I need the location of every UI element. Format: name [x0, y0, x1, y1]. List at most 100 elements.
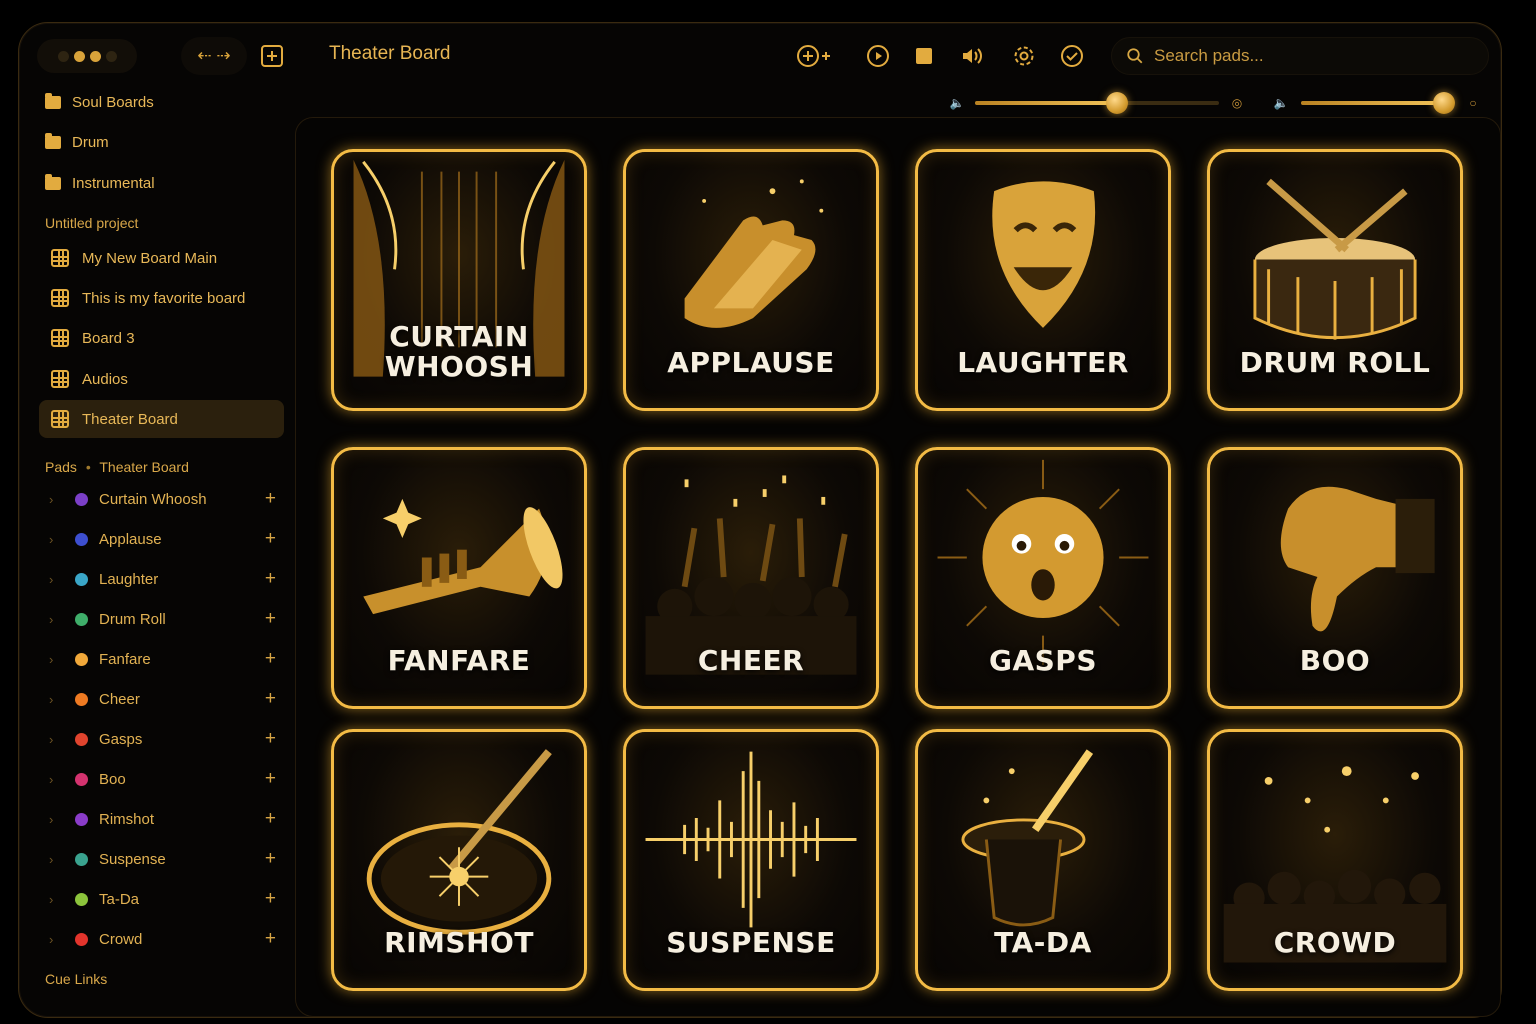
sidebar-pad-item[interactable]: › Rimshot +: [39, 801, 284, 837]
sidebar-pad-label: Laughter: [99, 570, 159, 588]
sound-pad[interactable]: DRUM ROLL: [1207, 149, 1463, 411]
sidebar-pad-item[interactable]: › Applause +: [39, 521, 284, 557]
play-button[interactable]: [863, 41, 893, 71]
sound-pad[interactable]: APPLAUSE: [623, 149, 879, 411]
folder-soul-boards[interactable]: Soul Boards: [39, 83, 284, 121]
color-dot: [75, 652, 88, 666]
sidebar-pad-item[interactable]: › Cheer +: [39, 681, 284, 717]
pad-label: LAUGHTER: [957, 346, 1129, 379]
sound-pad[interactable]: RIMSHOT: [331, 729, 587, 991]
board-item[interactable]: This is my favorite board: [39, 279, 284, 317]
folder-drum[interactable]: Drum: [39, 123, 284, 161]
board-grid-icon: [51, 289, 69, 307]
color-dot: [75, 572, 88, 586]
slider-handle[interactable]: [1433, 92, 1456, 114]
chevron-right-icon[interactable]: ›: [49, 732, 63, 747]
sidebar-pad-item[interactable]: › Ta-Da +: [39, 881, 284, 917]
sidebar-pad-item[interactable]: › Laughter +: [39, 561, 284, 597]
add-icon[interactable]: +: [265, 568, 276, 590]
folder-label: Instrumental: [72, 174, 155, 192]
pad-label: TA-DA: [994, 926, 1092, 959]
sound-pad[interactable]: BOO: [1207, 447, 1463, 709]
sidebar-pad-item[interactable]: › Suspense +: [39, 841, 284, 877]
window-control-dot[interactable]: [57, 50, 69, 62]
folder-instrumental[interactable]: Instrumental: [39, 164, 284, 202]
add-icon[interactable]: +: [265, 768, 276, 790]
sound-pad[interactable]: FANFARE: [331, 447, 587, 709]
board-item-active[interactable]: Theater Board: [39, 400, 284, 438]
sound-pad[interactable]: CROWD: [1207, 729, 1463, 991]
chevron-right-icon[interactable]: ›: [49, 572, 63, 587]
sidebar-pad-label: Boo: [99, 770, 126, 788]
sidebar-pad-label: Curtain Whoosh: [99, 490, 207, 508]
sidebar-pad-item[interactable]: › Drum Roll +: [39, 601, 284, 637]
search-box[interactable]: [1111, 37, 1489, 75]
audio-output-button[interactable]: [957, 41, 987, 71]
sidebar-pad-item[interactable]: › Gasps +: [39, 721, 284, 757]
confirm-button[interactable]: [1057, 41, 1087, 71]
window-title: Theater Board: [329, 43, 451, 64]
settings-button[interactable]: [1009, 41, 1039, 71]
chevron-right-icon[interactable]: ›: [49, 652, 63, 667]
sound-pad[interactable]: LAUGHTER: [915, 149, 1171, 411]
chevron-right-icon[interactable]: ›: [49, 612, 63, 627]
add-icon[interactable]: +: [265, 888, 276, 910]
color-dot: [75, 732, 88, 746]
board-item[interactable]: Audios: [39, 360, 284, 398]
chevron-right-icon[interactable]: ›: [49, 932, 63, 947]
new-board-button[interactable]: [257, 41, 287, 71]
board-grid-icon: [51, 410, 69, 428]
sidebar-pad-item[interactable]: › Boo +: [39, 761, 284, 797]
add-icon[interactable]: +: [265, 928, 276, 950]
board-item[interactable]: Board 3: [39, 319, 284, 357]
sound-pad[interactable]: TA-DA: [915, 729, 1171, 991]
sidebar-pad-label: Applause: [99, 530, 162, 548]
add-icon[interactable]: +: [265, 608, 276, 630]
add-icon[interactable]: +: [265, 528, 276, 550]
add-pad-button[interactable]: [793, 41, 839, 71]
color-dot: [75, 772, 88, 786]
sound-pad[interactable]: CURTAIN WHOOSH: [331, 149, 587, 411]
check-circle-icon: [1061, 45, 1083, 67]
add-icon[interactable]: +: [265, 688, 276, 710]
stop-button[interactable]: [909, 41, 939, 71]
slider-handle[interactable]: [1105, 92, 1128, 114]
sidebar-pad-item[interactable]: › Crowd +: [39, 921, 284, 957]
pad-label: CHEER: [697, 644, 805, 677]
sidebar-pad-item[interactable]: › Curtain Whoosh +: [39, 481, 284, 517]
output-volume-slider[interactable]: [1301, 92, 1456, 114]
chevron-right-icon[interactable]: ›: [49, 852, 63, 867]
add-icon[interactable]: +: [265, 848, 276, 870]
chevron-right-icon[interactable]: ›: [49, 812, 63, 827]
sidebar-pad-item[interactable]: › Fanfare +: [39, 641, 284, 677]
sidebar: Soul Boards Drum Instrumental Untitled p…: [19, 83, 295, 1017]
sound-pad[interactable]: SUSPENSE: [623, 729, 879, 991]
window-control-dot[interactable]: [105, 50, 117, 62]
add-icon[interactable]: +: [265, 808, 276, 830]
search-input[interactable]: [1154, 46, 1454, 66]
add-icon[interactable]: +: [265, 648, 276, 670]
back-forward-button[interactable]: ⇠ ⇢: [181, 37, 247, 75]
chevron-right-icon[interactable]: ›: [49, 772, 63, 787]
window-control-dot[interactable]: [73, 50, 85, 62]
sound-pad[interactable]: CHEER: [623, 447, 879, 709]
board-item[interactable]: My New Board Main: [39, 239, 284, 277]
board-label: My New Board Main: [82, 249, 218, 267]
sound-pad[interactable]: GASPS: [915, 447, 1171, 709]
pad-label: RIMSHOT: [384, 926, 534, 959]
chevron-right-icon[interactable]: ›: [49, 492, 63, 507]
chevron-right-icon[interactable]: ›: [49, 532, 63, 547]
window-control-dot[interactable]: [89, 50, 101, 62]
volume-slider-group: 🔈 ◎: [949, 91, 1245, 115]
chevron-right-icon[interactable]: ›: [49, 692, 63, 707]
cue-links-label[interactable]: Cue Links: [45, 971, 107, 987]
pad-label: APPLAUSE: [667, 346, 835, 379]
add-icon[interactable]: +: [265, 488, 276, 510]
add-icon[interactable]: +: [265, 728, 276, 750]
master-volume-slider[interactable]: [975, 92, 1219, 114]
sidebar-pad-label: Cheer: [99, 690, 140, 708]
chevron-right-icon[interactable]: ›: [49, 892, 63, 907]
color-dot: [75, 612, 88, 626]
circle-settings-icon[interactable]: ○: [1465, 95, 1481, 111]
window-controls[interactable]: [37, 39, 137, 73]
